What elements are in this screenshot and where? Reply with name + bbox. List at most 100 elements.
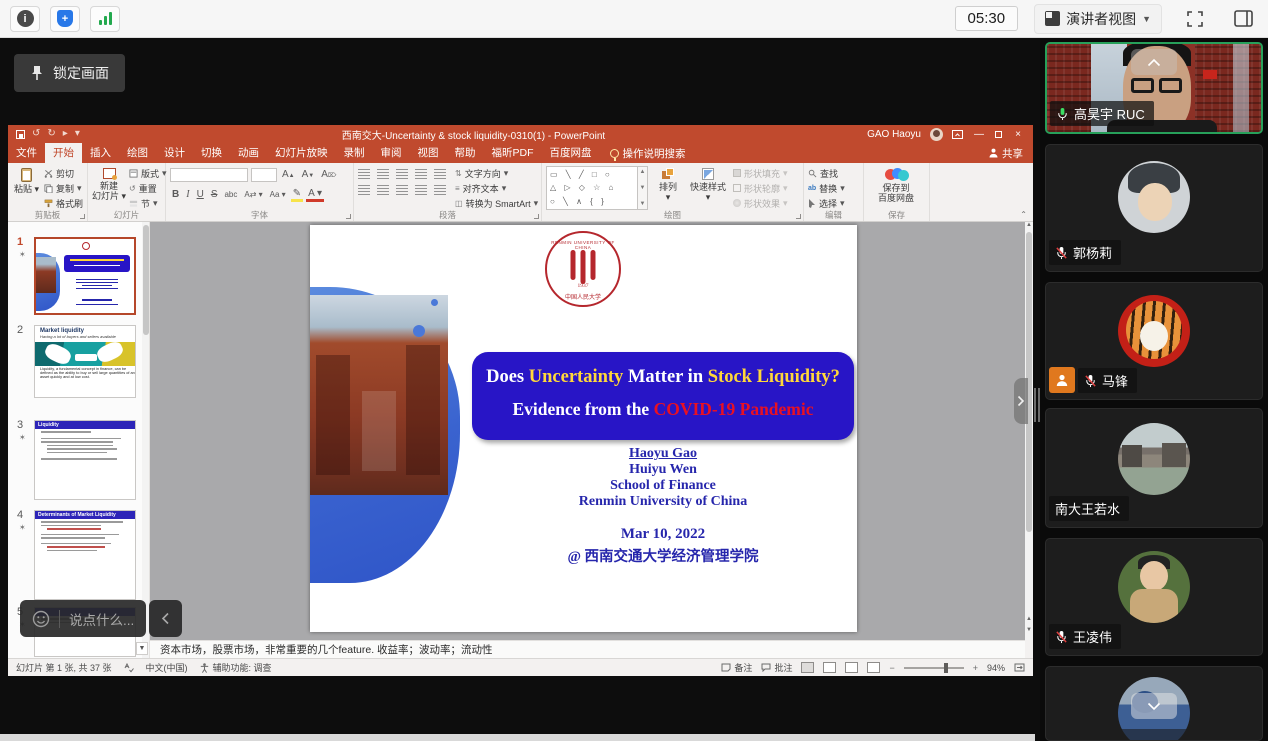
panel-expand-tab[interactable]	[1014, 378, 1028, 424]
chat-collapse-button[interactable]	[149, 600, 182, 637]
tab-draw[interactable]: 绘图	[119, 143, 156, 163]
strikethrough-button[interactable]: S	[209, 189, 220, 200]
zoom-slider[interactable]	[904, 667, 964, 669]
slide-sorter-view-button[interactable]	[823, 662, 836, 673]
slide-scrollbar[interactable]: ▲ ▲ ▼	[1025, 222, 1033, 640]
columns-icon[interactable]	[434, 185, 446, 195]
thumbnail-slide-3[interactable]: Liquidity	[34, 420, 136, 500]
drawing-dialog-launcher[interactable]	[796, 214, 801, 219]
font-color-button[interactable]: A ▾	[306, 188, 324, 202]
accessibility-status[interactable]: 辅助功能: 调查	[200, 661, 272, 674]
clear-formatting-button[interactable]: A⌦	[319, 169, 338, 180]
convert-smartart-button[interactable]: ◫ 转换为 SmartArt ▾	[455, 196, 538, 210]
change-case-button[interactable]: Aa ▾	[268, 190, 288, 199]
text-shadow-button[interactable]: abc	[222, 190, 239, 199]
collapse-videos-button[interactable]	[1131, 49, 1177, 75]
line-spacing-icon[interactable]	[434, 169, 446, 179]
highlight-color-button[interactable]: ✎	[291, 188, 303, 202]
tab-design[interactable]: 设计	[156, 143, 193, 163]
participant-tile-guoyangli[interactable]: 郭杨莉	[1045, 144, 1263, 272]
fit-slide-icon[interactable]	[1014, 663, 1025, 672]
increase-indent-icon[interactable]	[415, 169, 427, 179]
shape-outline-button[interactable]: 形状轮廓 ▾	[733, 181, 788, 195]
tell-me-search[interactable]: 操作说明搜索	[610, 143, 686, 163]
language-status[interactable]: 中文(中国)	[146, 661, 188, 674]
tab-baidu-netdisk[interactable]: 百度网盘	[542, 143, 600, 163]
tab-slideshow[interactable]: 幻灯片放映	[267, 143, 336, 163]
format-painter-button[interactable]: 格式刷	[44, 196, 83, 210]
minimize-button[interactable]: —	[972, 129, 986, 140]
decrease-indent-icon[interactable]	[396, 169, 408, 179]
italic-button[interactable]: I	[184, 189, 191, 200]
font-name-input[interactable]	[170, 168, 248, 182]
save-to-netdisk-button[interactable]: 保存到百度网盘	[868, 166, 924, 210]
reading-view-button[interactable]	[845, 662, 858, 673]
redo-icon[interactable]: ↻	[47, 129, 55, 139]
collapse-ribbon-button[interactable]: ⌃	[1020, 210, 1027, 219]
emoji-icon[interactable]	[32, 610, 50, 628]
font-dialog-launcher[interactable]	[346, 214, 351, 219]
account-avatar[interactable]	[930, 128, 943, 141]
close-button[interactable]: ×	[1011, 129, 1025, 140]
reset-button[interactable]: ↺ 重置	[129, 181, 167, 195]
next-slide-button[interactable]: ▼	[1025, 627, 1033, 633]
lock-view-button[interactable]: 锁定画面	[14, 54, 125, 92]
thumbnail-slide-2[interactable]: Market liquidity Having a lot of buyers …	[34, 325, 136, 398]
fullscreen-button[interactable]	[1180, 6, 1210, 32]
side-panel-toggle-button[interactable]	[1228, 6, 1258, 32]
save-icon[interactable]	[16, 130, 25, 139]
notes-collapse-button[interactable]: ▼	[136, 642, 148, 655]
select-button[interactable]: 选择 ▾	[808, 196, 845, 210]
bold-button[interactable]: B	[170, 189, 181, 200]
slide-canvas[interactable]: RENMIN UNIVERSITY OF CHINA 1937 中国人民大学	[310, 225, 857, 632]
participant-tile-partial[interactable]	[1045, 666, 1263, 741]
character-spacing-button[interactable]: A⇄ ▾	[242, 190, 264, 199]
thumbnail-slide-1[interactable]	[34, 237, 136, 315]
thumbnail-slide-4[interactable]: Determinants of Market Liquidity	[34, 510, 136, 600]
justify-icon[interactable]	[415, 185, 427, 195]
notes-pane[interactable]: 资本市场，股票市场，非常重要的几个feature. 收益率；波动率；流动性	[150, 640, 1025, 658]
ribbon-display-options-icon[interactable]	[952, 130, 963, 139]
comments-toggle-button[interactable]: 批注	[761, 661, 792, 674]
thumbnail-scrollbar[interactable]	[142, 222, 150, 658]
tab-insert[interactable]: 插入	[82, 143, 119, 163]
scroll-participants-down-button[interactable]	[1131, 693, 1177, 719]
bullets-icon[interactable]	[358, 169, 370, 179]
tab-foxit-pdf[interactable]: 福昕PDF	[484, 143, 542, 163]
undo-icon[interactable]: ↺	[32, 129, 40, 139]
previous-slide-button[interactable]: ▲	[1025, 616, 1033, 622]
tab-record[interactable]: 录制	[336, 143, 373, 163]
align-left-icon[interactable]	[358, 185, 370, 195]
shapes-gallery[interactable]: ▭ ╲ ╱ □ ○ △ ▷ ◇ ☆ ⌂ ○ ╲ ∧ { }	[546, 166, 638, 210]
participant-tile-mafeng[interactable]: 马锋	[1045, 282, 1263, 400]
cut-button[interactable]: 剪切	[44, 166, 83, 180]
network-quality-button[interactable]	[90, 6, 120, 32]
tab-review[interactable]: 审阅	[373, 143, 410, 163]
new-slide-button[interactable]: 新建幻灯片 ▾	[92, 166, 126, 210]
notes-toggle-button[interactable]: 备注	[721, 661, 752, 674]
tab-file[interactable]: 文件	[8, 143, 45, 163]
paste-button[interactable]: 粘贴 ▾	[12, 166, 41, 210]
copy-button[interactable]: 复制 ▾	[44, 181, 83, 195]
grow-font-button[interactable]: A▲	[280, 169, 297, 180]
share-button[interactable]: 共享	[989, 143, 1033, 163]
tab-home[interactable]: 开始	[45, 143, 82, 163]
security-button[interactable]: +	[50, 6, 80, 32]
layout-button[interactable]: 版式 ▾	[129, 166, 167, 180]
start-slideshow-icon[interactable]: ▸	[63, 129, 68, 139]
zoom-out-icon[interactable]: −	[889, 663, 894, 673]
align-right-icon[interactable]	[396, 185, 408, 195]
spell-check-icon[interactable]	[124, 663, 134, 673]
participant-tile-gaohaoyu[interactable]: 高昊宇 RUC	[1045, 42, 1263, 134]
tab-transitions[interactable]: 切换	[193, 143, 230, 163]
shape-fill-button[interactable]: 形状填充 ▾	[733, 166, 788, 180]
arrange-button[interactable]: 排列▾	[651, 166, 685, 210]
slideshow-view-button[interactable]	[867, 662, 880, 673]
quick-styles-button[interactable]: 快速样式▾	[688, 166, 728, 210]
participant-tile-wanglingwei[interactable]: 王凌伟	[1045, 538, 1263, 656]
text-direction-button[interactable]: ⇅ 文字方向 ▾	[455, 166, 538, 180]
numbering-icon[interactable]	[377, 169, 389, 179]
normal-view-button[interactable]	[801, 662, 814, 673]
find-button[interactable]: 查找	[808, 166, 845, 180]
replace-button[interactable]: ab 替换 ▾	[808, 181, 845, 195]
